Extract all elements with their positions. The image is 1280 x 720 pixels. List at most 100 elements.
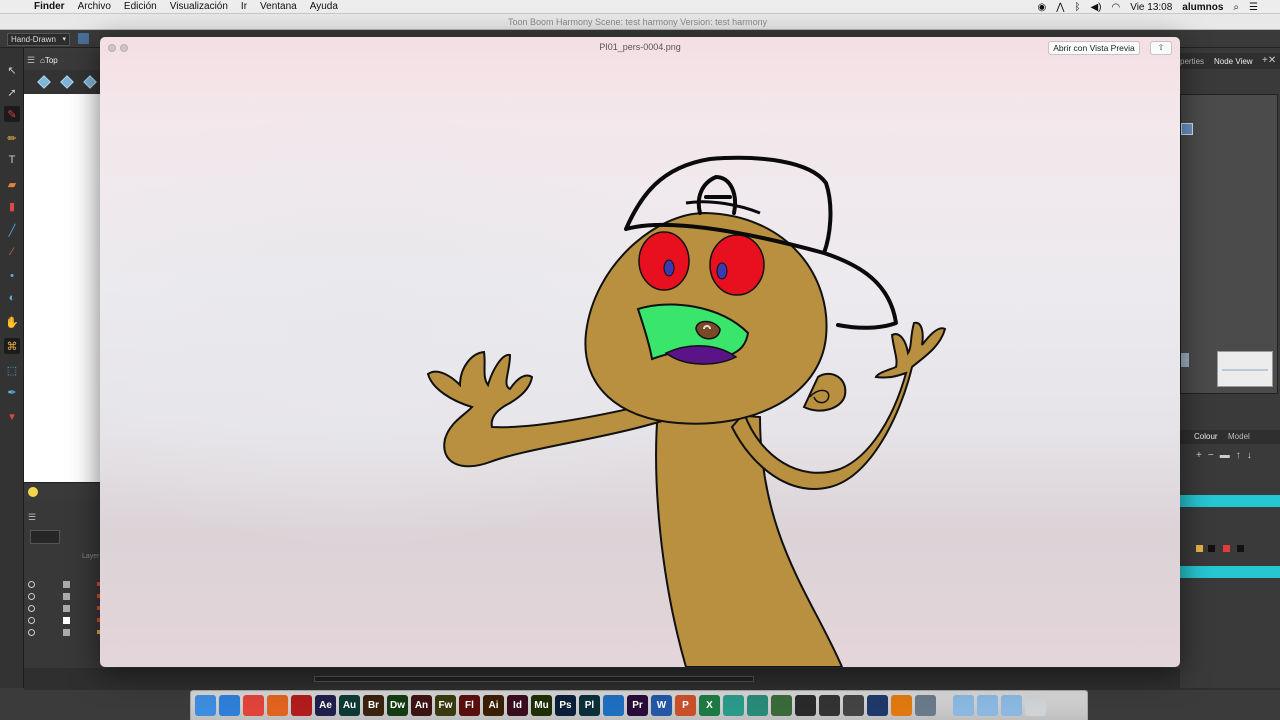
menu-clock[interactable]: Vie 13:08	[1130, 2, 1172, 13]
firefox-app-icon[interactable]	[267, 695, 288, 716]
indesign-app-icon[interactable]: Id	[507, 695, 528, 716]
view-menu-icon[interactable]: ☰	[27, 55, 35, 66]
premiere-app-icon[interactable]: Pr	[627, 695, 648, 716]
volume-icon[interactable]: ◀)	[1090, 2, 1101, 13]
node-box[interactable]	[1181, 123, 1193, 135]
menu-visualizacion[interactable]: Visualización	[170, 1, 228, 12]
animate-app-icon[interactable]: An	[411, 695, 432, 716]
adobe-icon[interactable]: ⋀	[1056, 2, 1064, 13]
toolbar-icon[interactable]	[78, 33, 89, 44]
brush-tool-icon[interactable]: ✎	[4, 106, 20, 122]
audition-app-icon[interactable]: Au	[339, 695, 360, 716]
layer-row[interactable]	[27, 580, 102, 590]
menu-ventana[interactable]: Ventana	[260, 1, 297, 12]
navigator-thumbnail[interactable]	[1217, 351, 1273, 387]
unity-app-icon[interactable]	[795, 695, 816, 716]
pencil-icon[interactable]	[1196, 545, 1203, 552]
pencil-tool-icon[interactable]: ✏	[4, 130, 20, 146]
cube-icon[interactable]	[37, 75, 51, 89]
storyboard-app-icon[interactable]	[723, 695, 744, 716]
downloads-app-icon[interactable]	[1001, 695, 1022, 716]
toon-boom-app-icon[interactable]	[603, 695, 624, 716]
layers-dropdown[interactable]	[30, 530, 60, 544]
sketchup-app-icon[interactable]	[771, 695, 792, 716]
pen-tool-icon[interactable]: ✒	[4, 384, 20, 400]
crop-tool-icon[interactable]: ⬚	[4, 362, 20, 378]
line-tool-icon[interactable]: ╱	[4, 222, 20, 238]
layer-row[interactable]	[27, 628, 102, 638]
powerpoint-app-icon[interactable]: P	[675, 695, 696, 716]
fireworks-app-icon[interactable]: Fw	[435, 695, 456, 716]
excel-app-icon[interactable]: X	[699, 695, 720, 716]
record-icon[interactable]: ◉	[1038, 2, 1047, 13]
text-tool-icon[interactable]: T	[4, 152, 20, 168]
prelude-app-icon[interactable]: Pl	[579, 695, 600, 716]
palette-folder-icon[interactable]: ▬	[1220, 450, 1236, 461]
colour-swatch[interactable]	[1208, 545, 1215, 552]
tab-properties[interactable]: perties	[1180, 57, 1204, 66]
acrobat-app-icon[interactable]	[291, 695, 312, 716]
tools-app-icon[interactable]	[843, 695, 864, 716]
mode-dropdown[interactable]: Hand-Drawn ▾	[7, 33, 70, 46]
cube-icon[interactable]	[60, 75, 74, 89]
bluetooth-icon[interactable]: ᛒ	[1074, 2, 1080, 13]
paint-tool-icon[interactable]: ▮	[4, 198, 20, 214]
hand-tool-icon[interactable]: ✋	[4, 314, 20, 330]
tab-model[interactable]: Model	[1228, 432, 1250, 441]
lightbulb-icon[interactable]	[28, 487, 38, 497]
notification-center-icon[interactable]: ☰	[1249, 2, 1258, 13]
harmony-app-icon[interactable]	[747, 695, 768, 716]
eye-icon[interactable]	[28, 581, 35, 588]
menu-user[interactable]: alumnos	[1182, 2, 1223, 13]
menu-ayuda[interactable]: Ayuda	[310, 1, 338, 12]
after-effects-app-icon[interactable]: Ae	[315, 695, 336, 716]
photoshop-app-icon[interactable]: Ps	[555, 695, 576, 716]
layers-menu-icon[interactable]: ☰	[28, 512, 36, 523]
colour-swatch[interactable]	[1223, 545, 1230, 552]
move-up-icon[interactable]: ↑	[1236, 450, 1247, 461]
move-down-icon[interactable]: ↓	[1247, 450, 1258, 461]
top-view-canvas[interactable]	[24, 94, 100, 482]
pivot-tool-icon[interactable]: •	[4, 268, 20, 284]
contour-editor-icon[interactable]: ➚	[4, 84, 20, 100]
spotlight-icon[interactable]: ⌕	[1233, 2, 1239, 13]
trash-app-icon[interactable]	[1025, 695, 1046, 716]
colour-selected-row[interactable]	[1180, 566, 1280, 578]
menu-ir[interactable]: Ir	[241, 1, 247, 12]
palette-selected-row[interactable]	[1180, 495, 1280, 507]
colour-swatch[interactable]	[1237, 545, 1244, 552]
bridge-app-icon[interactable]: Br	[363, 695, 384, 716]
top-view-tab[interactable]: ⌂Top	[40, 56, 58, 65]
dropper-tool-icon[interactable]: ⁄	[4, 244, 20, 260]
folder-b-app-icon[interactable]	[977, 695, 998, 716]
eye-icon[interactable]	[28, 629, 35, 636]
finder-app-icon[interactable]	[195, 695, 216, 716]
add-colour-icon[interactable]: +	[1196, 450, 1208, 461]
menu-edicion[interactable]: Edición	[124, 1, 157, 12]
bucket-tool-icon[interactable]: ▾	[4, 408, 20, 424]
dreamweaver-app-icon[interactable]: Dw	[387, 695, 408, 716]
cube-icon[interactable]	[83, 75, 97, 89]
quicktime-app-icon[interactable]	[867, 695, 888, 716]
rotate-tool-icon[interactable]: ◐	[4, 290, 20, 306]
layer-row[interactable]	[27, 592, 102, 602]
timeline-scrollbar[interactable]	[314, 676, 754, 682]
transform-tool-icon[interactable]: ⌘	[4, 338, 20, 354]
clapper-app-icon[interactable]	[819, 695, 840, 716]
system-prefs-app-icon[interactable]	[915, 695, 936, 716]
muse-app-icon[interactable]: Mu	[531, 695, 552, 716]
tab-colour[interactable]: Colour	[1194, 432, 1218, 441]
eraser-tool-icon[interactable]: ▰	[4, 176, 20, 192]
eye-icon[interactable]	[28, 617, 35, 624]
select-tool-icon[interactable]: ↖	[4, 62, 20, 78]
eye-icon[interactable]	[28, 593, 35, 600]
node-view-canvas[interactable]	[1180, 94, 1278, 394]
word-app-icon[interactable]: W	[651, 695, 672, 716]
layer-row[interactable]	[27, 616, 102, 626]
flash-app-icon[interactable]: Fl	[459, 695, 480, 716]
vlc-app-icon[interactable]	[891, 695, 912, 716]
node-box[interactable]	[1181, 353, 1189, 367]
eye-icon[interactable]	[28, 605, 35, 612]
tab-node-view[interactable]: Node View	[1214, 57, 1253, 66]
chrome-app-icon[interactable]	[243, 695, 264, 716]
